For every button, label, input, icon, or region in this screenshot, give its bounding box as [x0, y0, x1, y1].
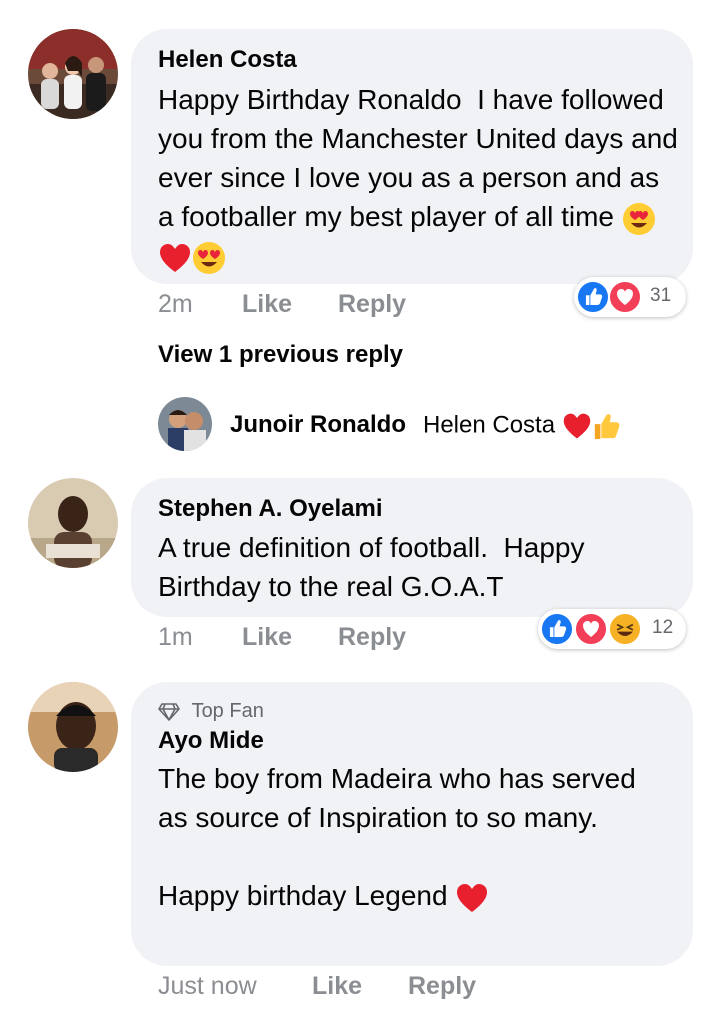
red-heart-emoji [455, 881, 489, 915]
reply-button-2[interactable]: Reply [338, 623, 406, 652]
top-fan-badge: Top Fan [158, 700, 264, 723]
reply-text: Helen Costa [423, 411, 620, 441]
comment-text-3: The boy from Madeira who has served as s… [158, 759, 668, 915]
comment-text-1: Happy Birthday Ronaldo I have followed y… [158, 80, 678, 275]
love-reaction-icon [608, 280, 642, 314]
reaction-count-2: 12 [652, 617, 674, 638]
comment-time-3: Just now [158, 972, 257, 1000]
comment-time-1: 2m [158, 290, 193, 318]
like-reaction-icon [540, 612, 574, 646]
diamond-icon [158, 702, 180, 722]
reaction-summary-2[interactable]: 12 [538, 609, 686, 649]
avatar-helen-costa[interactable] [28, 29, 118, 119]
avatar-stephen-oyelami[interactable] [28, 478, 118, 568]
comment-time-2: 1m [158, 623, 193, 651]
like-reaction-icon [576, 280, 610, 314]
reply-author[interactable]: Junoir Ronaldo [230, 411, 406, 439]
avatar-ayo-mide[interactable] [28, 682, 118, 772]
avatar-junoir-ronaldo[interactable] [158, 397, 212, 451]
heart-eyes-emoji [622, 202, 656, 236]
thumbs-up-emoji [592, 411, 620, 441]
comment-author-2[interactable]: Stephen A. Oyelami [158, 495, 383, 523]
like-button-1[interactable]: Like [242, 290, 292, 319]
like-button-2[interactable]: Like [242, 623, 292, 652]
heart-eyes-emoji [192, 241, 226, 275]
reaction-summary-1[interactable]: 31 [574, 277, 686, 317]
haha-reaction-icon [608, 612, 642, 646]
comment-text-2: A true definition of football. Happy Bir… [158, 532, 593, 602]
red-heart-emoji [158, 241, 192, 275]
love-reaction-icon [574, 612, 608, 646]
reaction-count-1: 31 [650, 285, 672, 306]
comment-author-1[interactable]: Helen Costa [158, 46, 297, 74]
reply-button-3[interactable]: Reply [408, 972, 476, 1001]
reply-button-1[interactable]: Reply [338, 290, 406, 319]
view-previous-replies-link[interactable]: View 1 previous reply [158, 341, 403, 369]
comment-author-3[interactable]: Ayo Mide [158, 727, 264, 755]
like-button-3[interactable]: Like [312, 972, 362, 1001]
red-heart-emoji [562, 411, 592, 441]
